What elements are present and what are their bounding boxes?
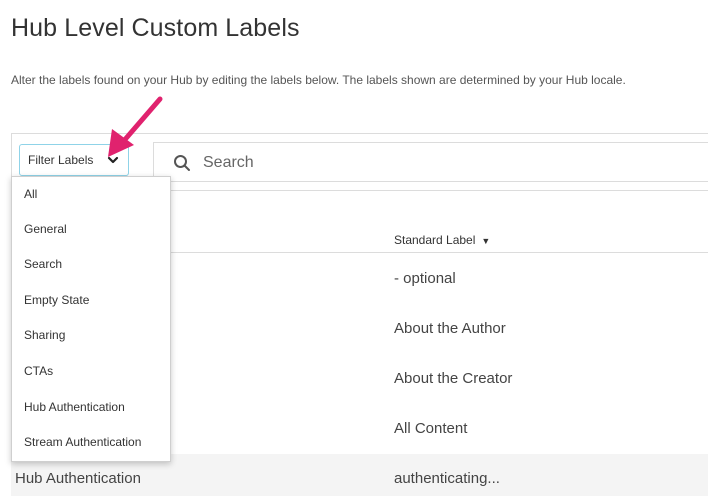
menu-item-general[interactable]: General bbox=[12, 212, 170, 246]
standard-label-cell: About the Author bbox=[394, 320, 506, 337]
search-box bbox=[153, 142, 708, 182]
standard-label-cell: About the Creator bbox=[394, 370, 513, 387]
menu-item-stream-authentication[interactable]: Stream Authentication bbox=[12, 425, 170, 459]
filter-labels-menu: All General Search Empty State Sharing C… bbox=[11, 176, 171, 462]
standard-label-column-header[interactable]: Standard Label ▼ bbox=[394, 233, 490, 247]
standard-label-cell: authenticating... bbox=[394, 470, 500, 487]
menu-item-all[interactable]: All bbox=[12, 177, 170, 211]
standard-label-cell: - optional bbox=[394, 270, 456, 287]
custom-label-cell: Hub Authentication bbox=[15, 470, 141, 487]
menu-item-empty-state[interactable]: Empty State bbox=[12, 283, 170, 317]
sort-down-icon: ▼ bbox=[481, 236, 491, 246]
menu-item-search[interactable]: Search bbox=[12, 247, 170, 281]
filter-labels-button[interactable]: Filter Labels bbox=[19, 144, 129, 176]
menu-item-ctas[interactable]: CTAs bbox=[12, 354, 170, 388]
search-input[interactable] bbox=[203, 149, 683, 177]
search-icon bbox=[174, 155, 190, 171]
standard-label-header-text: Standard Label bbox=[394, 233, 476, 247]
chevron-down-icon bbox=[107, 156, 119, 164]
custom-labels-page: Hub Level Custom Labels Alter the labels… bbox=[0, 0, 708, 496]
page-title: Hub Level Custom Labels bbox=[11, 14, 300, 42]
page-description: Alter the labels found on your Hub by ed… bbox=[11, 73, 626, 87]
menu-item-hub-authentication[interactable]: Hub Authentication bbox=[12, 390, 170, 424]
menu-item-sharing[interactable]: Sharing bbox=[12, 318, 170, 352]
standard-label-cell: All Content bbox=[394, 420, 468, 437]
filter-labels-label: Filter Labels bbox=[28, 153, 94, 167]
